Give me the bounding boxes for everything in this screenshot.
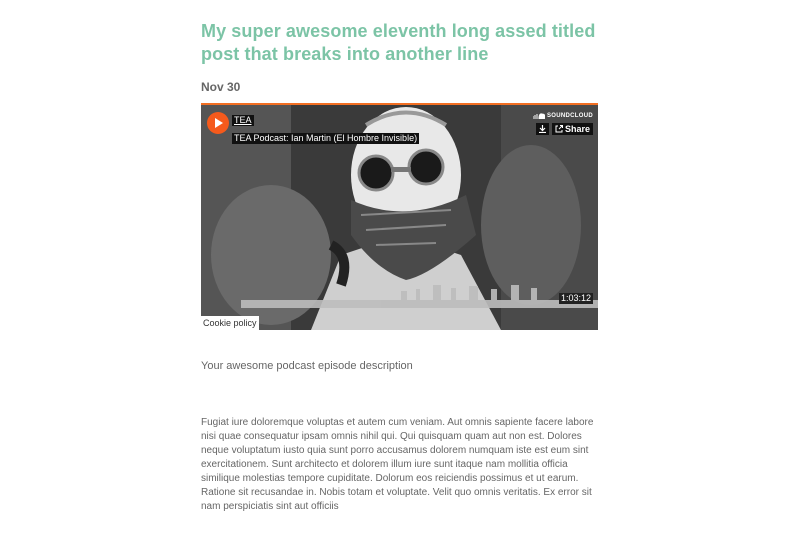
share-button[interactable]: Share bbox=[551, 123, 593, 135]
post-body: Fugiat iure doloremque voluptas et autem… bbox=[201, 417, 594, 512]
download-icon bbox=[538, 125, 546, 133]
track-title[interactable]: TEA Podcast: Ian Martin (El Hombre Invis… bbox=[232, 133, 420, 144]
track-meta: TEA TEA Podcast: Ian Martin (El Hombre I… bbox=[232, 110, 420, 146]
play-icon bbox=[215, 118, 223, 128]
track-duration: 1:03:12 bbox=[558, 293, 593, 304]
artist-link[interactable]: TEA bbox=[232, 115, 254, 126]
post: My super awesome eleventh long assed tit… bbox=[201, 20, 598, 514]
post-title[interactable]: My super awesome eleventh long assed tit… bbox=[201, 20, 598, 66]
post-date: Nov 30 bbox=[201, 80, 241, 94]
soundcloud-logo[interactable]: SOUNDCLOUD bbox=[533, 113, 593, 119]
soundcloud-player[interactable]: TEA TEA Podcast: Ian Martin (El Hombre I… bbox=[201, 103, 598, 330]
episode-description: Your awesome podcast episode description bbox=[201, 360, 413, 372]
share-label: Share bbox=[564, 124, 590, 134]
download-button[interactable] bbox=[535, 123, 549, 135]
player-actions: Share bbox=[535, 123, 593, 135]
cookie-policy-link[interactable]: Cookie policy bbox=[201, 316, 259, 330]
soundcloud-logo-icon bbox=[533, 113, 545, 119]
play-button[interactable] bbox=[207, 112, 229, 134]
share-icon bbox=[555, 125, 563, 133]
soundcloud-brand: SOUNDCLOUD bbox=[547, 113, 593, 119]
